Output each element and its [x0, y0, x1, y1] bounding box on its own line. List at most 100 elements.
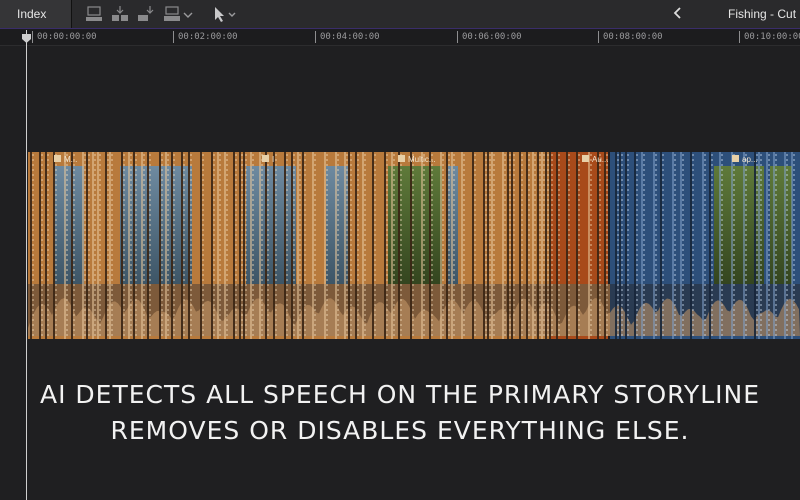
cut-marker: [507, 152, 509, 339]
cut-marker: [545, 152, 547, 339]
cut-marker: [188, 152, 190, 339]
playhead-handle[interactable]: [22, 30, 31, 43]
clip-label: Multic...: [408, 155, 436, 164]
clip-label: ap...: [742, 155, 758, 164]
timecode-label: 00:02:00:00: [178, 32, 238, 42]
project-title: Fishing - Cut: [728, 7, 797, 21]
clip-type-icon: [54, 155, 61, 162]
cut-marker: [181, 152, 183, 339]
cut-marker: [429, 152, 431, 339]
cut-marker: [302, 152, 304, 339]
cut-marker: [82, 152, 84, 339]
chevron-down-icon[interactable]: [182, 5, 194, 23]
clip-label: Au...: [592, 155, 608, 164]
cut-marker: [86, 152, 88, 339]
insert-icon[interactable]: [110, 5, 130, 23]
cut-marker: [773, 152, 775, 339]
cut-marker: [128, 152, 130, 339]
cut-marker: [731, 152, 733, 339]
cut-marker: [259, 152, 261, 339]
clip-label: I: [272, 155, 274, 164]
cut-marker: [165, 152, 167, 339]
cut-marker: [519, 152, 521, 339]
index-button[interactable]: Index: [0, 0, 72, 28]
cut-marker: [451, 152, 453, 339]
cut-marker: [660, 152, 662, 339]
cut-marker: [502, 152, 504, 339]
cut-marker: [758, 152, 760, 339]
append-icon[interactable]: [136, 5, 156, 23]
cut-marker: [410, 152, 412, 339]
cut-marker: [250, 152, 252, 339]
video-thumbnail: [388, 166, 442, 284]
cut-marker: [719, 152, 721, 339]
cut-marker: [511, 152, 513, 339]
cut-marker: [791, 152, 793, 339]
ruler-tick: [315, 31, 316, 43]
cut-marker: [243, 152, 245, 339]
primary-storyline[interactable]: M... I Multic... Au... ap...: [28, 152, 800, 339]
cut-marker: [784, 152, 786, 339]
toolbar: Index Fishing - Cut: [0, 0, 800, 29]
connect-icon[interactable]: [84, 5, 104, 23]
cut-marker: [483, 152, 485, 339]
clip-type-icon: [582, 155, 589, 162]
cut-marker: [141, 152, 143, 339]
cut-marker: [398, 152, 400, 339]
cut-marker: [97, 152, 99, 339]
cut-marker: [604, 152, 606, 339]
clip-type-icon: [732, 155, 739, 162]
cut-marker: [619, 152, 621, 339]
cut-marker: [672, 152, 674, 339]
cut-marker: [39, 152, 41, 339]
cut-marker: [133, 152, 135, 339]
cut-marker: [200, 152, 202, 339]
back-chevron-icon[interactable]: [672, 4, 684, 25]
cut-marker: [709, 152, 711, 339]
clip-type-icon: [262, 155, 269, 162]
cut-marker: [30, 152, 32, 339]
cut-marker: [362, 152, 364, 339]
select-tool-icon[interactable]: [212, 5, 236, 23]
cut-marker: [461, 152, 463, 339]
cut-marker: [549, 152, 551, 339]
cut-marker: [487, 152, 489, 339]
cut-marker: [284, 152, 286, 339]
cut-marker: [159, 152, 161, 339]
cut-marker: [680, 152, 682, 339]
cut-marker: [265, 152, 267, 339]
cut-marker: [766, 152, 768, 339]
cut-marker: [597, 152, 599, 339]
cut-marker: [147, 152, 149, 339]
cut-marker: [64, 152, 66, 339]
cut-marker: [324, 152, 326, 339]
cut-marker: [291, 152, 293, 339]
clip-type-icon: [398, 155, 405, 162]
cut-marker: [348, 152, 350, 339]
cut-marker: [171, 152, 173, 339]
cut-marker: [335, 152, 337, 339]
timecode-label: 00:08:00:00: [603, 32, 663, 42]
cut-marker: [641, 152, 643, 339]
storyline-clips[interactable]: M... I Multic... Au... ap...: [28, 152, 800, 339]
timecode-label: 00:10:00:00: [744, 32, 800, 42]
timeline-ruler[interactable]: 00:00:00:00 00:02:00:00 00:04:00:00 00:0…: [0, 29, 800, 46]
cut-marker: [576, 152, 578, 339]
cut-marker: [372, 152, 374, 339]
cut-marker: [690, 152, 692, 339]
cut-marker: [239, 152, 241, 339]
cut-marker: [754, 152, 756, 339]
cut-marker: [217, 152, 219, 339]
cut-marker: [312, 152, 314, 339]
cut-marker: [472, 152, 474, 339]
cut-marker: [45, 152, 47, 339]
overwrite-icon[interactable]: [162, 5, 182, 23]
cut-marker: [440, 152, 442, 339]
cut-marker: [526, 152, 528, 339]
timecode-label: 00:06:00:00: [462, 32, 522, 42]
cut-marker: [224, 152, 226, 339]
caption-line-2: REMOVES OR DISABLES EVERYTHING ELSE.: [110, 416, 690, 445]
cut-marker: [355, 152, 357, 339]
cut-marker: [233, 152, 235, 339]
cut-marker: [121, 152, 123, 339]
